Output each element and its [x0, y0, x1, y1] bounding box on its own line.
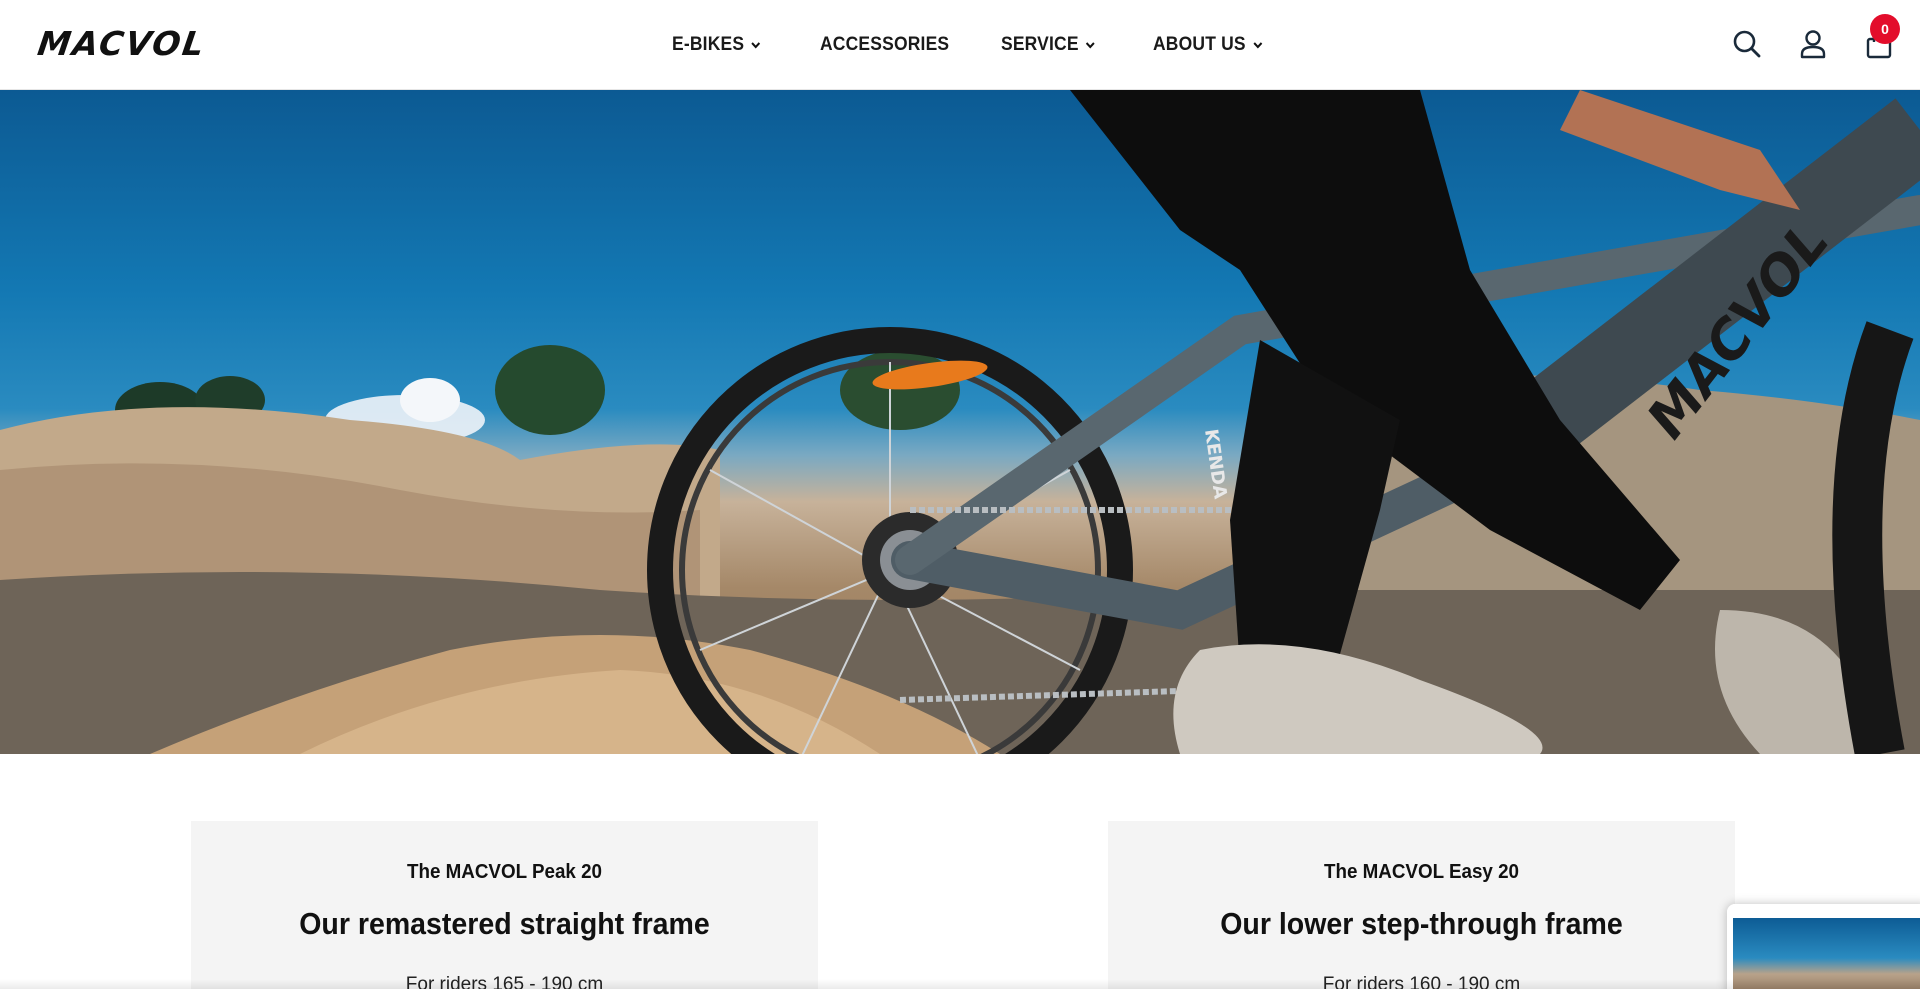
card-eyebrow: The MACVOL Easy 20 — [1323, 861, 1520, 883]
cart-count-badge: 0 — [1870, 14, 1900, 44]
card-title: Our lower step-through frame — [1220, 906, 1623, 941]
nav-label: SERVICE — [1001, 34, 1079, 55]
nav-item-accessories[interactable]: ACCESSORIES — [820, 0, 987, 90]
bottom-shadow — [0, 979, 1920, 989]
tire-brand: KENDA — [1200, 428, 1231, 500]
chevron-down-icon — [1086, 41, 1096, 49]
nav-label: E-BIKES — [672, 34, 745, 55]
chevron-down-icon — [751, 41, 761, 49]
page-preview-thumbnail[interactable] — [1727, 904, 1920, 989]
logo-text: MACVOL — [35, 23, 209, 63]
nav-label: ACCESSORIES — [820, 34, 950, 55]
hero-banner[interactable]: MACVOL KENDA — [0, 90, 1920, 754]
chevron-down-icon — [1253, 41, 1263, 49]
main-nav: E-BIKES ACCESSORIES SERVICE ABOUT US — [672, 0, 1293, 90]
nav-item-about-us[interactable]: ABOUT US — [1153, 0, 1282, 90]
product-card-peak-20[interactable]: The MACVOL Peak 20 Our remastered straig… — [191, 821, 818, 989]
macvol-logo[interactable]: MACVOL — [35, 23, 244, 63]
card-title: Our remastered straight frame — [299, 906, 710, 941]
account-icon[interactable] — [1796, 27, 1830, 61]
preview-header — [1727, 904, 1920, 918]
nav-label: ABOUT US — [1153, 34, 1246, 55]
search-icon[interactable] — [1730, 27, 1764, 61]
hero-image: MACVOL KENDA — [0, 90, 1920, 754]
card-eyebrow: The MACVOL Peak 20 — [406, 861, 603, 883]
nav-item-service[interactable]: SERVICE — [1001, 0, 1141, 90]
product-card-easy-20[interactable]: The MACVOL Easy 20 Our lower step-throug… — [1108, 821, 1735, 989]
site-header: MACVOL E-BIKES ACCESSORIES SERVICE ABOUT… — [0, 0, 1920, 90]
nav-item-e-bikes[interactable]: E-BIKES — [672, 0, 808, 90]
